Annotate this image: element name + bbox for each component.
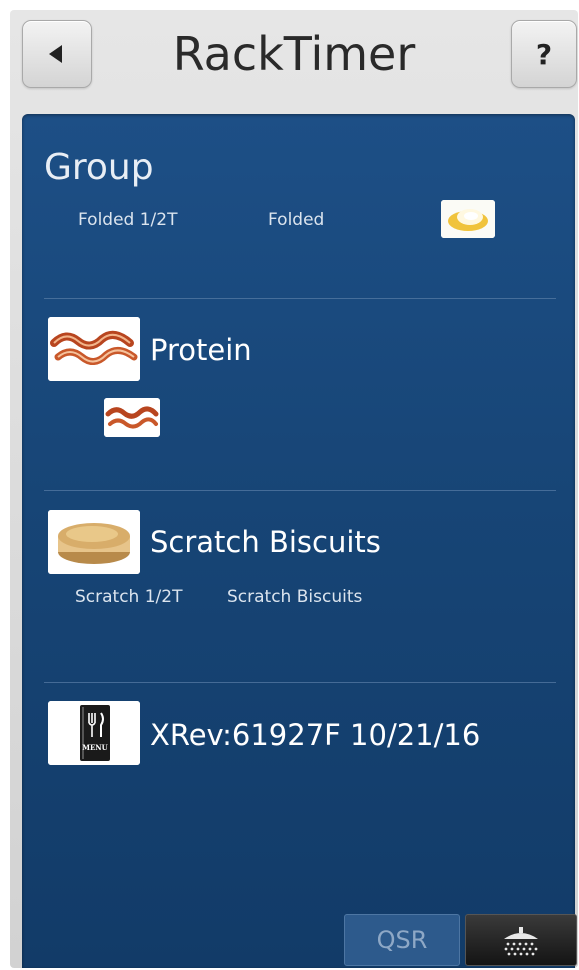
version-label: XRev:61927F 10/21/16 — [150, 718, 481, 752]
main-panel: Group Folded 1/2T Folded Protein Scratch… — [22, 114, 577, 968]
biscuits-item-scratch[interactable]: Scratch Biscuits — [227, 586, 362, 608]
menu-icon-text: MENU — [82, 743, 108, 752]
shower-button[interactable] — [465, 914, 577, 966]
help-button[interactable]: ? — [511, 20, 577, 88]
section-divider — [44, 682, 556, 683]
menu-book-icon[interactable]: MENU — [48, 701, 140, 765]
biscuits-item-scratch-half[interactable]: Scratch 1/2T — [75, 586, 182, 608]
group-item-folded[interactable]: Folded — [268, 209, 324, 231]
section-divider — [44, 298, 556, 299]
biscuit-icon[interactable] — [48, 510, 140, 574]
section-divider — [44, 490, 556, 491]
device-frame: RackTimer ? Group Folded 1/2T Folded Pro… — [10, 10, 578, 968]
bacon-small-icon[interactable] — [104, 398, 160, 437]
bacon-icon[interactable] — [48, 317, 140, 381]
qsr-button[interactable]: QSR — [344, 914, 460, 966]
group-title: Group — [44, 147, 154, 188]
app-title: RackTimer — [172, 27, 416, 81]
biscuits-title: Scratch Biscuits — [150, 525, 381, 559]
title-bar: RackTimer ? — [10, 10, 578, 110]
back-arrow-icon — [49, 45, 62, 63]
shower-icon — [504, 927, 538, 956]
egg-icon[interactable] — [441, 200, 495, 238]
back-button[interactable] — [22, 20, 92, 88]
protein-title: Protein — [150, 333, 252, 367]
group-item-folded-half[interactable]: Folded 1/2T — [78, 209, 178, 231]
